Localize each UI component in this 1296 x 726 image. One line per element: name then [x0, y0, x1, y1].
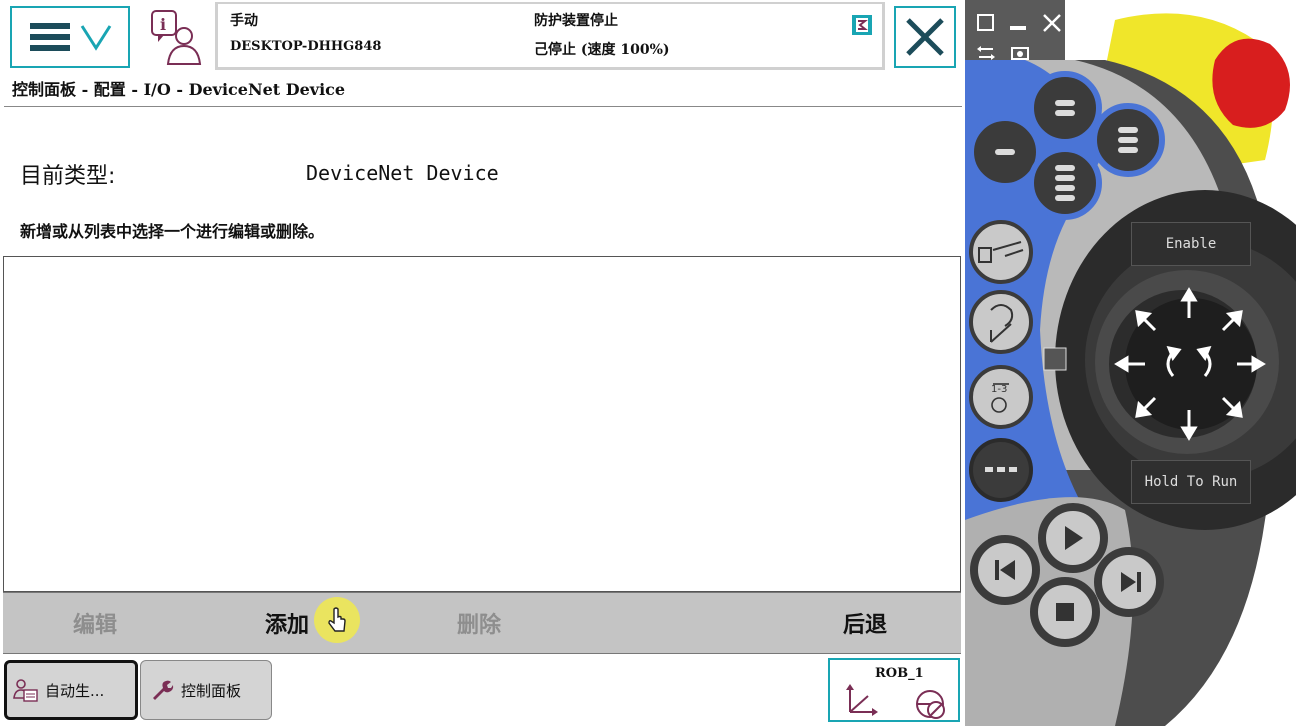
restore-icon[interactable] — [975, 12, 997, 34]
swap-hands-icon[interactable] — [975, 44, 997, 62]
delete-button[interactable]: 删除 — [457, 607, 501, 639]
task-control-panel-label: 控制面板 — [181, 681, 242, 700]
joystick[interactable] — [1105, 280, 1275, 450]
preset-key-1[interactable] — [971, 118, 1039, 186]
status-bar[interactable]: 手动 DESKTOP-DHHG848 防护装置停止 己停止 (速度 100%) — [215, 2, 885, 70]
current-type-label: 目前类型: — [20, 164, 116, 189]
minimize-icon[interactable] — [1007, 12, 1029, 34]
wrench-icon — [153, 680, 174, 700]
menu-icon — [30, 23, 112, 51]
back-button[interactable]: 后退 — [843, 607, 887, 639]
task-control-panel[interactable]: 控制面板 — [140, 660, 272, 720]
task-autogen[interactable]: 自动生... — [4, 660, 138, 720]
device-list[interactable] — [3, 256, 961, 592]
run-status: 己停止 (速度 100%) — [534, 42, 670, 58]
preset-key-4[interactable] — [1031, 149, 1099, 217]
emergency-stop-button[interactable] — [1210, 32, 1290, 132]
stop-button[interactable] — [1034, 581, 1096, 643]
edit-button[interactable]: 编辑 — [73, 607, 117, 639]
task-bar: 自动生... 控制面板 ROB_1 — [0, 656, 965, 726]
system-name: DESKTOP-DHHG848 — [230, 39, 382, 54]
event-log-button[interactable]: i — [144, 6, 210, 68]
task-autogen-label: 自动生... — [45, 681, 105, 700]
step-backward-button[interactable] — [974, 539, 1036, 601]
program-icon — [13, 679, 38, 702]
toggle-linear-reorient-button[interactable] — [971, 292, 1031, 352]
current-type-value: DeviceNet Device — [306, 161, 499, 185]
main-menu-button[interactable] — [10, 6, 130, 68]
coordinate-icon — [846, 684, 945, 719]
select-mechanical-unit-button[interactable] — [971, 222, 1031, 282]
add-button[interactable]: 添加 — [265, 607, 309, 639]
safety-status: 防护装置停止 — [534, 13, 618, 29]
close-icon — [906, 18, 944, 56]
hold-to-run-button[interactable]: Hold To Run — [1131, 460, 1251, 504]
enable-button[interactable]: Enable — [1131, 222, 1251, 266]
motors-off-icon — [852, 15, 872, 35]
cursor-highlight — [314, 597, 360, 643]
start-button[interactable] — [1042, 507, 1104, 569]
preset-key-3[interactable] — [1094, 106, 1162, 174]
step-forward-button[interactable] — [1098, 551, 1160, 613]
breadcrumb: 控制面板 - 配置 - I/O - DeviceNet Device — [12, 80, 346, 99]
close-button[interactable] — [894, 6, 956, 68]
operating-mode: 手动 — [230, 13, 258, 29]
hand-cursor-icon — [328, 607, 346, 632]
screenshot-icon[interactable] — [1009, 44, 1031, 62]
instruction-text: 新增或从列表中选择一个进行编辑或删除。 — [20, 222, 325, 241]
toggle-axes-button[interactable] — [971, 367, 1031, 427]
info-user-icon: i — [151, 10, 202, 65]
svg-text:i: i — [160, 15, 166, 34]
flexpendant-device: 1-3 Enable Hold To Run — [965, 0, 1296, 726]
quickset-button[interactable]: ROB_1 — [828, 658, 960, 722]
preset-key-2[interactable] — [1031, 74, 1099, 142]
toggle-increment-button[interactable] — [971, 440, 1031, 500]
action-bar: 编辑 添加 删除 后退 — [3, 592, 961, 654]
close-device-icon[interactable] — [1041, 12, 1063, 34]
divider — [4, 106, 962, 107]
pendant-screen: i 手动 DESKTOP-DHHG848 防护装置停止 己停止 (速度 100%… — [0, 0, 965, 726]
